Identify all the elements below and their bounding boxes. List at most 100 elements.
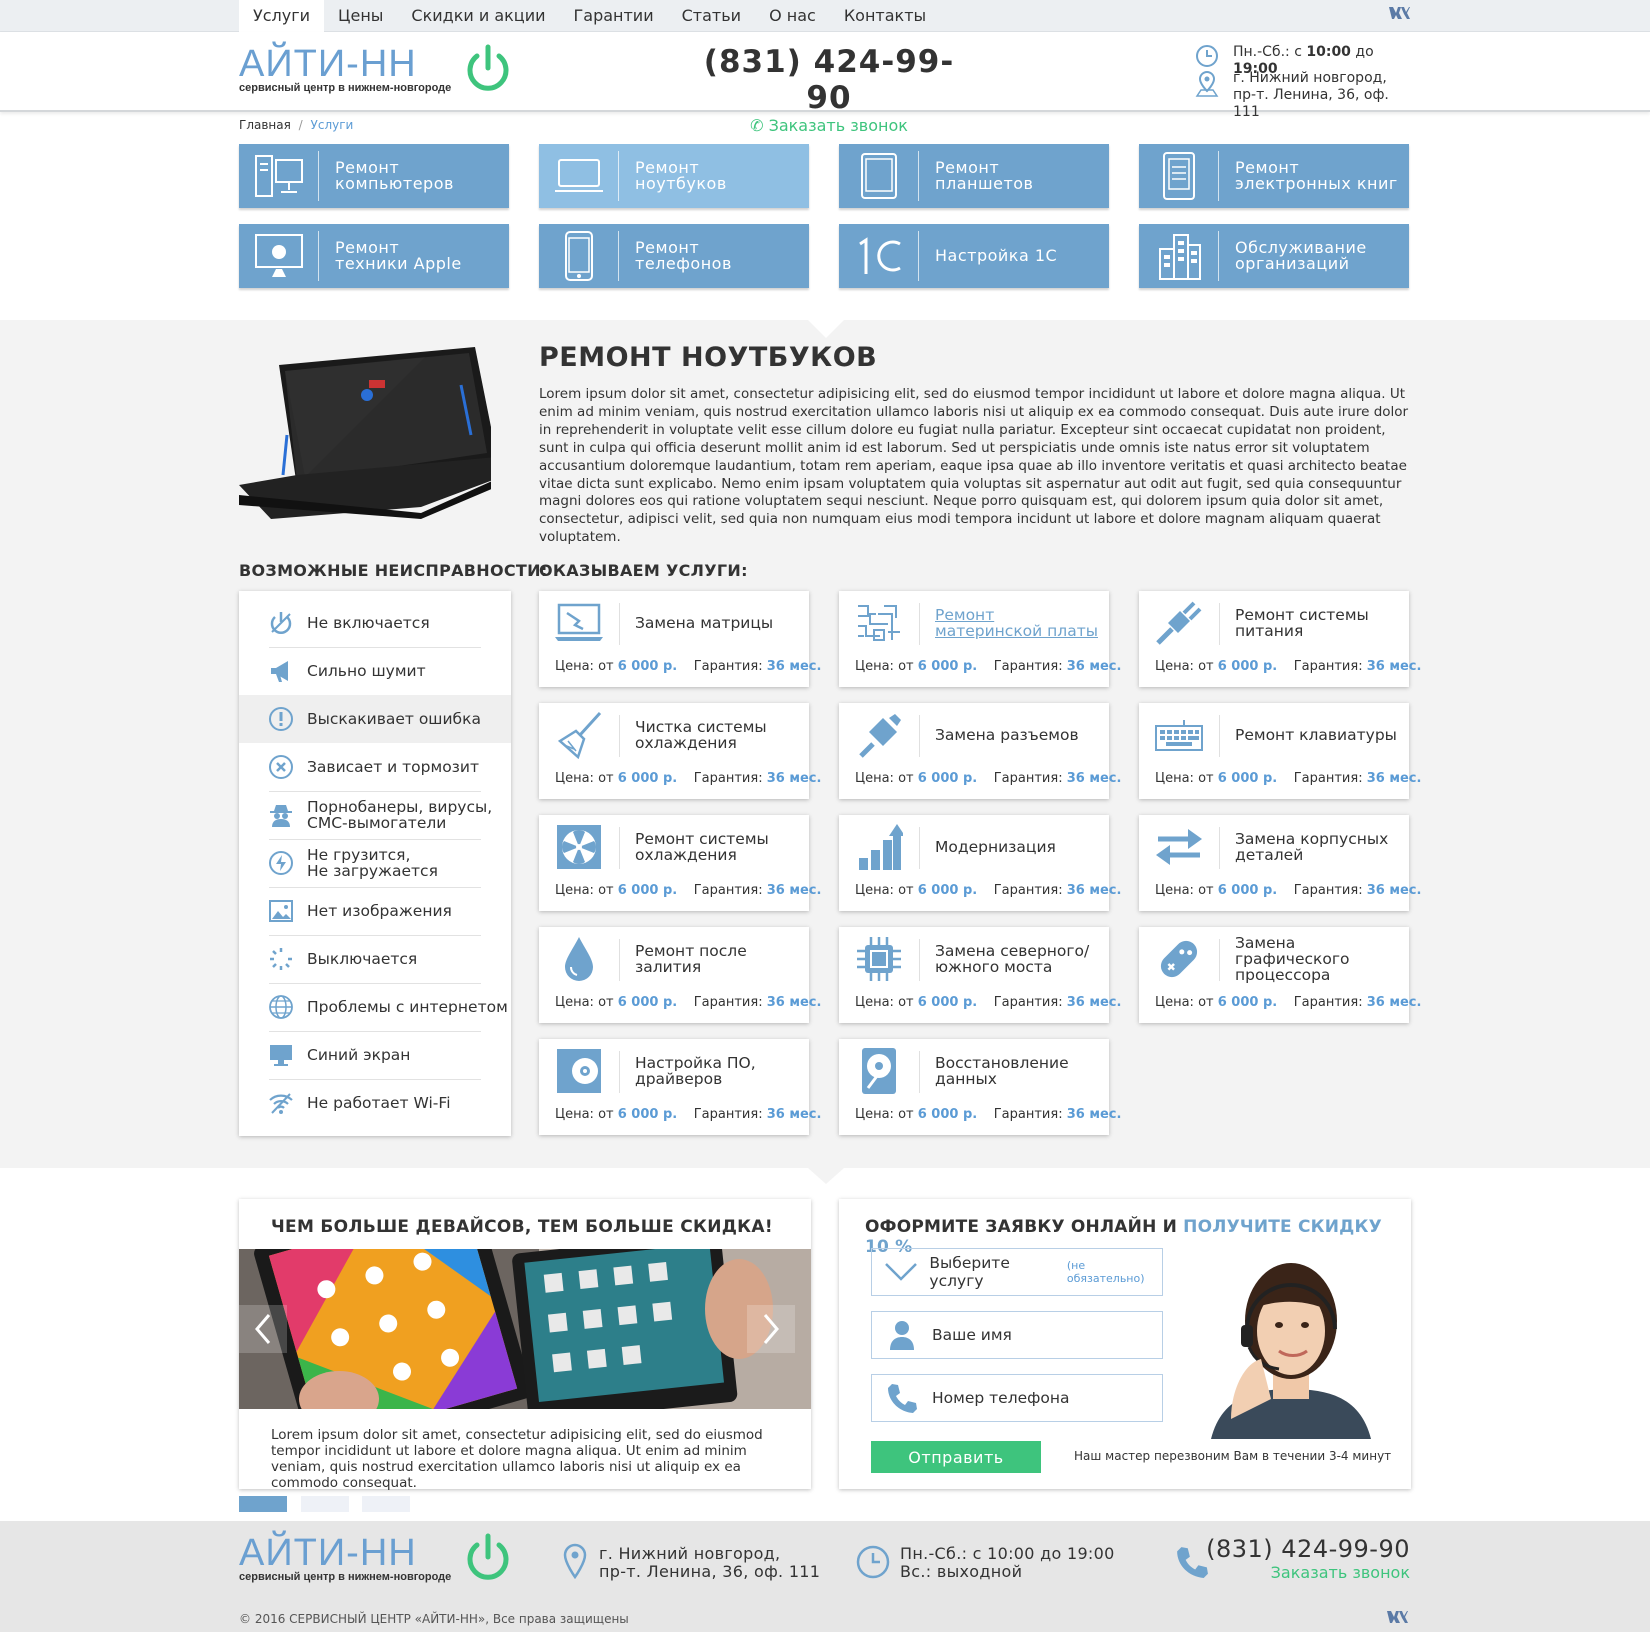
submit-button[interactable]: Отправить (871, 1441, 1041, 1473)
tile-apple[interactable]: Ремонт техники Apple (239, 224, 509, 288)
nav-item-services[interactable]: Услуги (239, 0, 325, 32)
price-value: 6 000 р. (617, 995, 678, 1010)
disc-icon (551, 1047, 607, 1095)
service-select[interactable]: Выберите услугу (не обязательно) (871, 1248, 1163, 1296)
vk-icon[interactable] (1386, 6, 1410, 24)
service-card[interactable]: Чистка системы охлаждения Цена: от 6 000… (539, 703, 821, 799)
service-card[interactable]: Ремонт системы питания Цена: от 6 000 р.… (1139, 591, 1421, 687)
vk-icon[interactable] (1386, 1610, 1408, 1628)
breadcrumb: Главная / Услуги (239, 118, 1410, 132)
price-value: 6 000 р. (917, 883, 978, 898)
footer-hours-line-1: Пн.-Сб.: с 10:00 до 19:00 (900, 1544, 1115, 1563)
promo-text: Lorem ipsum dolor sit amet, consectetur … (271, 1427, 763, 1491)
address-line-1: г. Нижний новгород, (1233, 70, 1387, 86)
slider-prev-button[interactable] (239, 1305, 287, 1353)
service-card[interactable]: Ремонт клавиатуры Цена: от 6 000 р. Гара… (1139, 703, 1421, 799)
map-pin-icon (1195, 70, 1219, 97)
fault-item[interactable]: Нет изображения (239, 887, 511, 935)
fan-icon (551, 823, 607, 871)
service-card[interactable]: Замена матрицы Цена: от 6 000 р. Гаранти… (539, 591, 821, 687)
nav-item-articles[interactable]: Статьи (668, 0, 755, 32)
page-description: Lorem ipsum dolor sit amet, consectetur … (539, 386, 1409, 546)
nav-item-contacts[interactable]: Контакты (830, 0, 940, 32)
tile-computers[interactable]: Ремонт компьютеров (239, 144, 509, 208)
service-card[interactable]: Настройка ПО, драйверов Цена: от 6 000 р… (539, 1039, 821, 1135)
fault-item[interactable]: Зависает и тормозит (239, 743, 511, 791)
price-value: 6 000 р. (1217, 883, 1278, 898)
slider-next-button[interactable] (747, 1305, 795, 1353)
divider (1219, 827, 1220, 869)
price-value: 6 000 р. (917, 659, 978, 674)
breadcrumb-current[interactable]: Услуги (311, 118, 354, 132)
warranty-label: Гарантия: (993, 771, 1067, 786)
service-card[interactable]: Ремонт материнской платы Цена: от 6 000 … (839, 591, 1121, 687)
price-label: Цена: от (1155, 995, 1218, 1010)
tile-phones[interactable]: Ремонт телефонов (539, 224, 809, 288)
warranty-label: Гарантия: (1293, 995, 1367, 1010)
fault-label: Проблемы с интернетом (307, 998, 508, 1016)
price-label: Цена: от (1155, 659, 1218, 674)
fault-label: Выключается (307, 950, 418, 968)
warranty-label: Гарантия: (693, 883, 767, 898)
tile-laptops[interactable]: Ремонт ноутбуков (539, 144, 809, 208)
faults-list: Не включается Сильно шумит Выскакивает о… (239, 591, 511, 1136)
logo[interactable]: АЙТИ-НН сервисный центр в нижнем-новгоро… (239, 44, 509, 104)
slider-dot[interactable] (362, 1496, 410, 1512)
header-phone[interactable]: (831) 424-99-90 (694, 44, 964, 116)
service-card[interactable]: Замена северного/ южного моста Цена: от … (839, 927, 1121, 1023)
footer-phone-block: (831) 424-99-90 Заказать звонок (1206, 1535, 1410, 1582)
keyboard-icon (1151, 711, 1207, 759)
service-card[interactable]: Модернизация Цена: от 6 000 р. Гарантия:… (839, 815, 1121, 911)
price-value: 6 000 р. (617, 1107, 678, 1122)
footer-address-line-1: г. Нижний новгород, (599, 1544, 781, 1563)
tile-tablets[interactable]: Ремонт планшетов (839, 144, 1109, 208)
tile-organizations[interactable]: Обслуживание организаций (1139, 224, 1409, 288)
fault-item[interactable]: Сильно шумит (239, 647, 511, 695)
chevron-right-icon (763, 1314, 779, 1344)
slider-dot[interactable] (301, 1496, 349, 1512)
service-card[interactable]: Замена графического процессора Цена: от … (1139, 927, 1421, 1023)
tile-1c[interactable]: Настройка 1С (839, 224, 1109, 288)
fault-item[interactable]: Не работает Wi-Fi (239, 1079, 511, 1127)
services-heading: ОКАЗЫВАЕМ УСЛУГИ: (539, 561, 748, 580)
slider-dot[interactable] (239, 1496, 287, 1512)
name-field[interactable]: Ваше имя (871, 1311, 1163, 1359)
service-label: Замена графического процессора (1235, 934, 1350, 984)
tile-ebooks[interactable]: Ремонт электронных книг (1139, 144, 1409, 208)
breadcrumb-home[interactable]: Главная (239, 118, 291, 132)
service-price-line: Цена: от 6 000 р. Гарантия: 36 мес. (855, 883, 1121, 898)
chevron-down-icon (872, 1262, 929, 1282)
fault-item[interactable]: Выключается (239, 935, 511, 983)
service-label-link[interactable]: Ремонт материнской платы (935, 591, 1107, 655)
fault-item[interactable]: Синий экран (239, 1031, 511, 1079)
warranty-value: 36 мес. (766, 1107, 822, 1122)
fault-item[interactable]: Не включается (239, 599, 511, 647)
fault-item[interactable]: Не грузится, Не загружается (239, 839, 511, 887)
devices-photo (239, 1249, 811, 1409)
service-card[interactable]: Ремонт системы охлаждения Цена: от 6 000… (539, 815, 821, 911)
phone-field[interactable]: Номер телефона (871, 1374, 1163, 1422)
tile-label: Настройка 1С (935, 246, 1058, 265)
service-card[interactable]: Замена разъемов Цена: от 6 000 р. Гарант… (839, 703, 1121, 799)
clock-icon (856, 1545, 890, 1579)
nav-item-prices[interactable]: Цены (324, 0, 397, 32)
fault-item[interactable]: Проблемы с интернетом (239, 983, 511, 1031)
footer-phone[interactable]: (831) 424-99-90 (1206, 1535, 1410, 1563)
swap-arrows-icon (1151, 823, 1207, 871)
x-circle-icon (239, 754, 303, 780)
warranty-value: 36 мес. (766, 659, 822, 674)
footer-logo[interactable]: АЙТИ-НН сервисный центр в нижнем-новгоро… (239, 1533, 509, 1593)
service-card[interactable]: Ремонт после залития Цена: от 6 000 р. Г… (539, 927, 821, 1023)
service-card[interactable]: Восстановление данных Цена: от 6 000 р. … (839, 1039, 1121, 1135)
exclamation-icon (239, 706, 303, 732)
nav-item-about[interactable]: О нас (755, 0, 830, 32)
fault-item[interactable]: Выскакивает ошибка (239, 695, 511, 743)
fault-item[interactable]: Порнобанеры, вирусы, СМС-вымогатели (239, 791, 511, 839)
nav-item-discounts[interactable]: Скидки и акции (397, 0, 559, 32)
price-value: 6 000 р. (917, 995, 978, 1010)
breadcrumb-separator: / (298, 118, 303, 132)
nav-item-guarantees[interactable]: Гарантии (560, 0, 668, 32)
service-card[interactable]: Замена корпусных деталей Цена: от 6 000 … (1139, 815, 1421, 911)
footer-callback-link[interactable]: Заказать звонок (1206, 1563, 1410, 1582)
broken-screen-icon (551, 599, 607, 647)
